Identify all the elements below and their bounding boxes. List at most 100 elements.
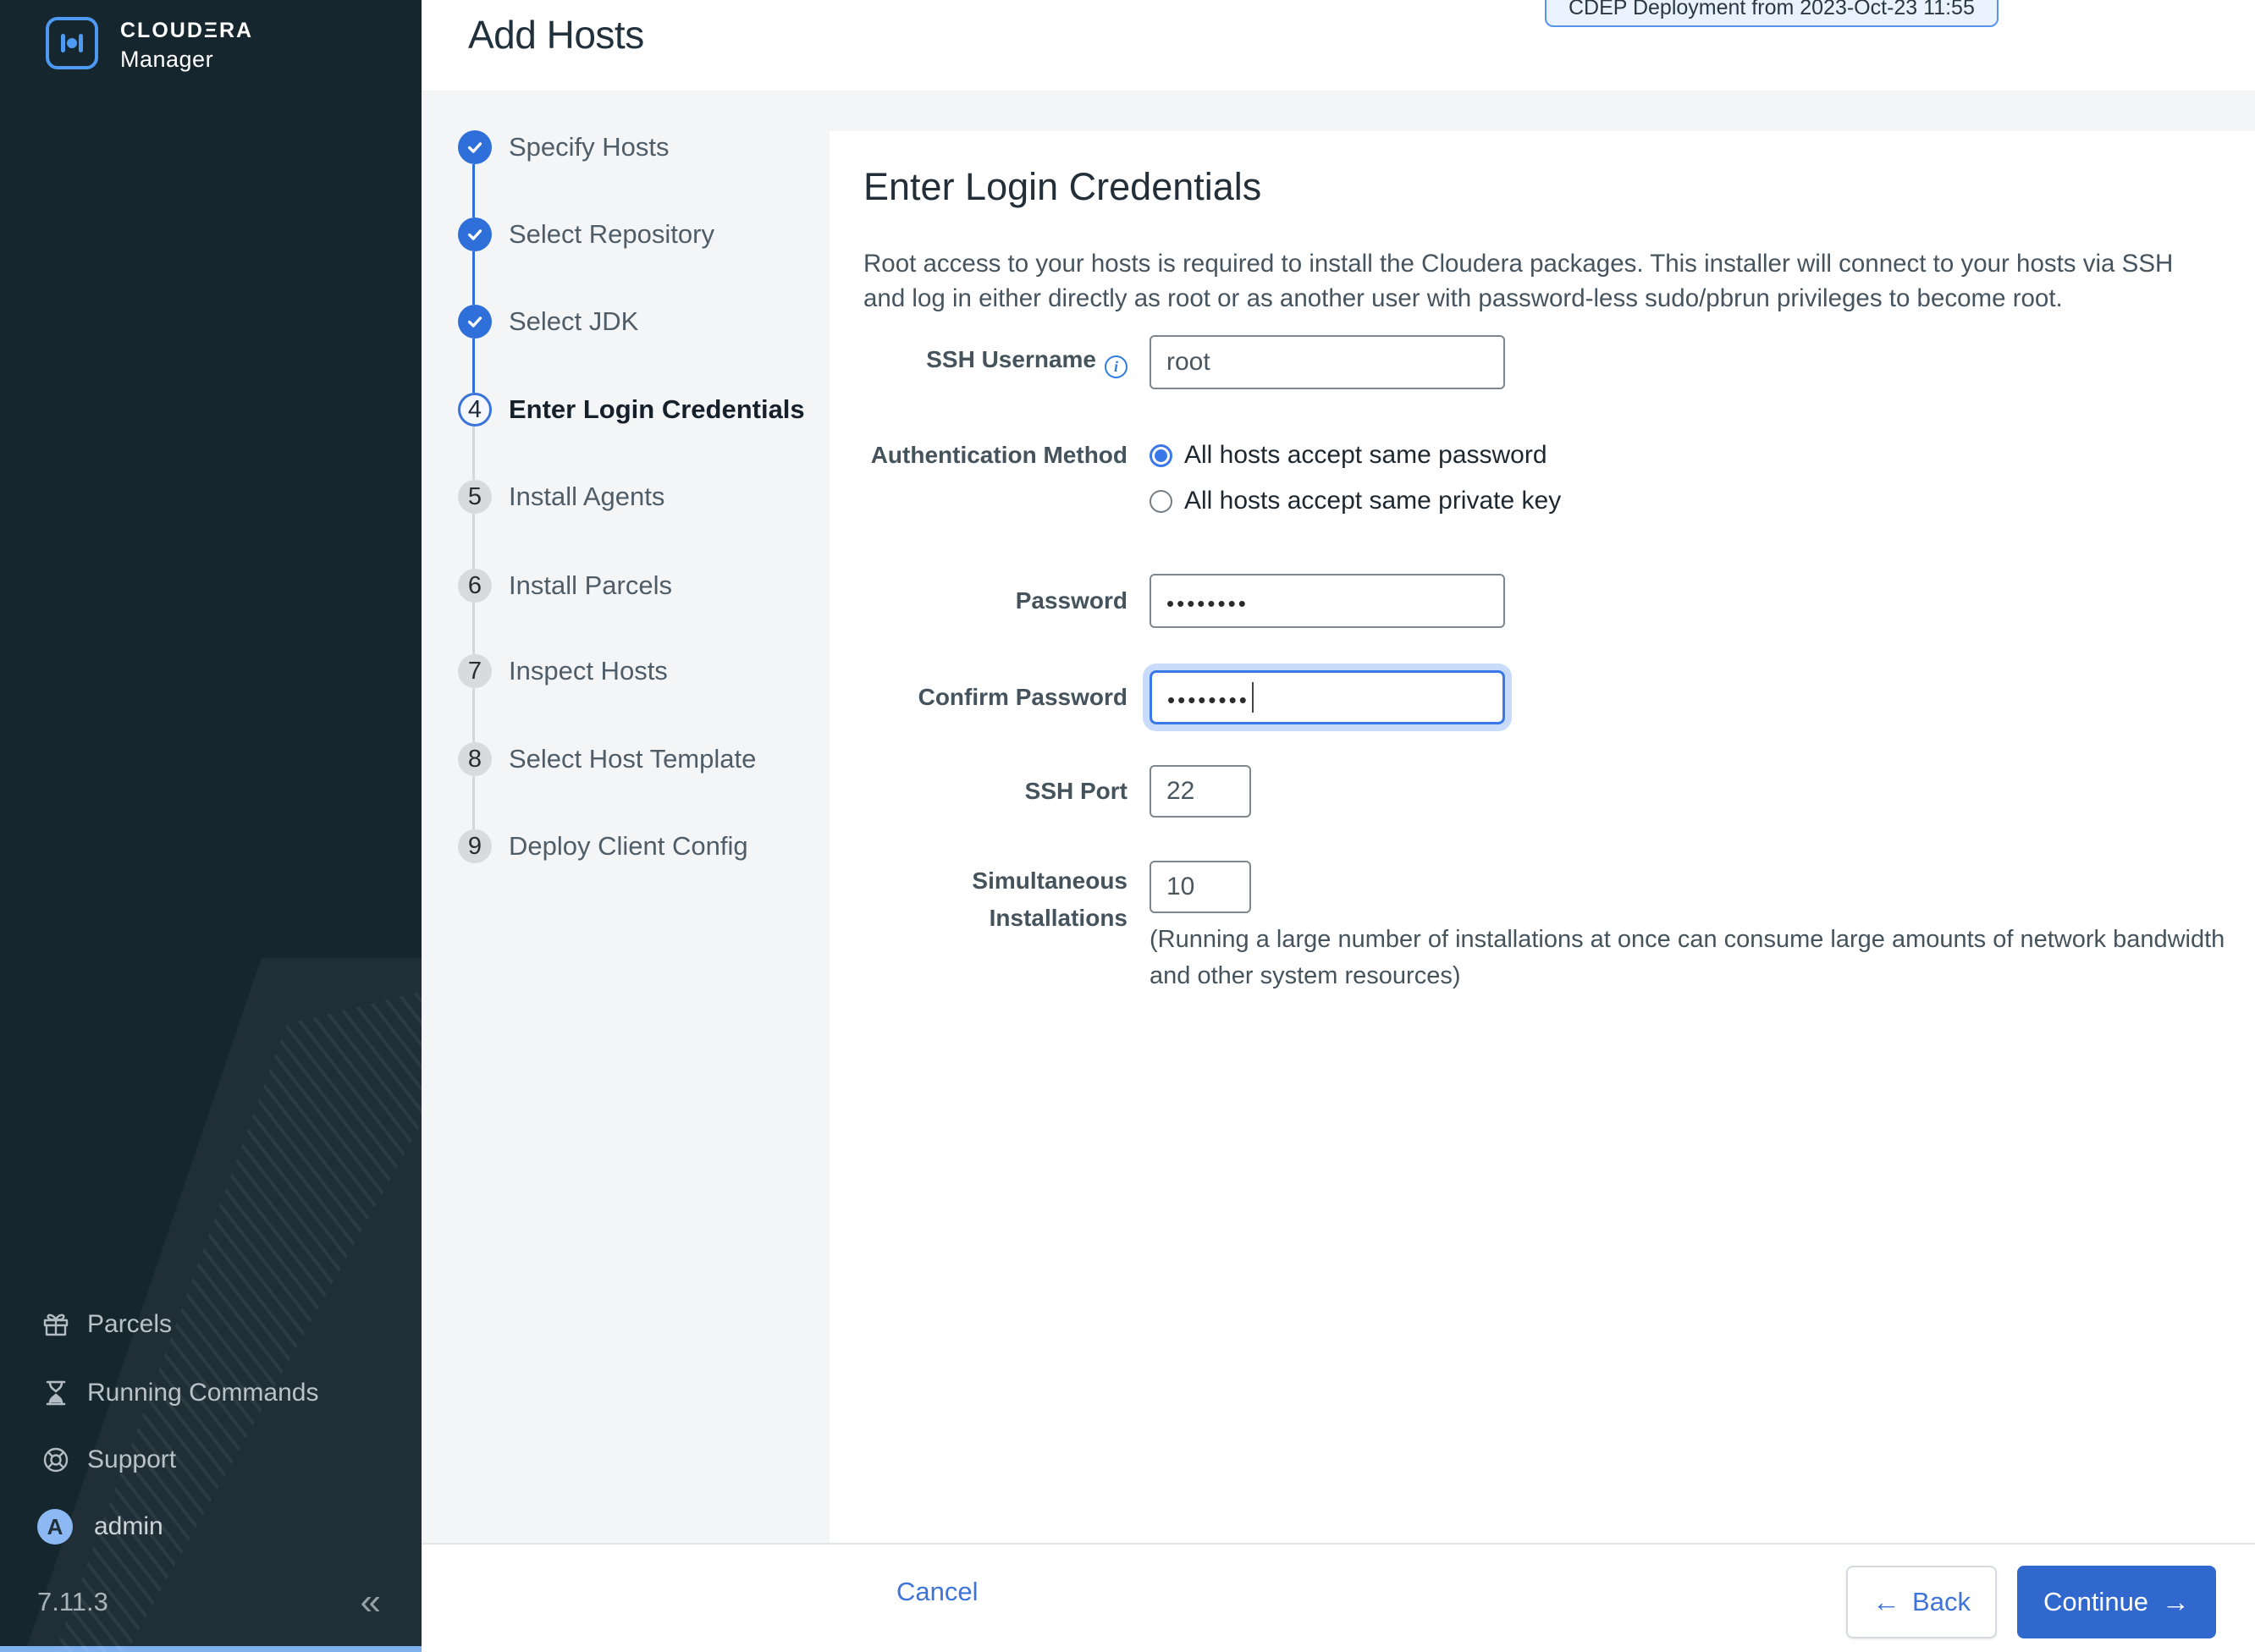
step-label: Enter Login Credentials	[509, 394, 805, 424]
step-label: Install Parcels	[509, 570, 672, 600]
brand[interactable]: CLOUDΞRA Manager	[0, 0, 422, 102]
step-connector	[472, 339, 475, 393]
step-label: Select Repository	[509, 219, 714, 249]
ssh-username-label: SSH Username	[863, 346, 1128, 378]
step-connector	[472, 514, 475, 569]
simultaneous-installations-input[interactable]	[1150, 861, 1251, 913]
radio-unselected-icon[interactable]	[1150, 489, 1172, 513]
step-connector	[472, 251, 475, 305]
step-label: Install Agents	[509, 482, 665, 511]
sidebar-item-parcels[interactable]: Parcels	[0, 1297, 422, 1352]
radio-selected-icon[interactable]	[1150, 443, 1172, 467]
sidebar-footer: 7.11.3 «	[0, 1581, 422, 1623]
gift-icon	[41, 1310, 70, 1339]
step-label: Specify Hosts	[509, 132, 670, 162]
step-number: 5	[458, 480, 492, 514]
back-button-label: Back	[1912, 1587, 1971, 1616]
step-number: 6	[458, 569, 492, 603]
wizard-step-select-host-template: 8 Select Host Template	[422, 742, 756, 776]
step-label: Inspect Hosts	[509, 656, 668, 686]
wizard-step-deploy-client-config: 9 Deploy Client Config	[422, 829, 748, 863]
auth-method-label: Authentication Method	[870, 442, 1128, 468]
sidebar-item-label: Support	[87, 1446, 177, 1473]
confirm-password-label: Confirm Password	[918, 684, 1128, 710]
wizard-step-install-parcels: 6 Install Parcels	[422, 569, 672, 603]
password-row: Password ••••••••	[863, 574, 1505, 628]
password-control: ••••••••	[1150, 574, 1505, 628]
add-hosts-wizard-page: CLOUDΞRA Manager Parcels Running Command…	[0, 0, 2255, 1652]
sidebar-bottom-accent	[0, 1646, 422, 1652]
wizard-footer: Cancel ← Back Continue →	[422, 1543, 2255, 1652]
ssh-username-control	[1150, 335, 1505, 389]
check-icon	[458, 130, 492, 164]
collapse-sidebar-icon[interactable]: «	[361, 1583, 381, 1621]
simultaneous-installations-row: Simultaneous Installations (Running a la…	[863, 861, 2233, 994]
ssh-port-control	[1150, 765, 1251, 818]
step-number: 8	[458, 742, 492, 776]
step-connector	[472, 427, 475, 480]
wizard-step-inspect-hosts: 7 Inspect Hosts	[422, 654, 668, 688]
brand-product: Manager	[120, 47, 214, 72]
simultaneous-installations-note: (Running a large number of installations…	[1150, 926, 2225, 989]
left-arrow-icon: ←	[1872, 1586, 1901, 1617]
wizard-step-specify-hosts: Specify Hosts	[422, 130, 670, 164]
step-number: 9	[458, 829, 492, 863]
ssh-port-row: SSH Port	[863, 765, 1251, 818]
sidebar-item-running-commands[interactable]: Running Commands	[0, 1366, 422, 1420]
ssh-username-input[interactable]	[1150, 335, 1505, 389]
page-title: Add Hosts	[468, 13, 644, 57]
confirm-password-input[interactable]: ••••••••	[1150, 670, 1505, 724]
radio-same-password[interactable]: All hosts accept same password	[1150, 440, 1561, 471]
radio-label: All hosts accept same password	[1184, 441, 1547, 469]
cancel-link[interactable]: Cancel	[896, 1577, 979, 1607]
sidebar-item-label: Parcels	[87, 1310, 173, 1338]
step-label: Select Host Template	[509, 744, 757, 774]
sidebar: CLOUDΞRA Manager Parcels Running Command…	[0, 0, 422, 1652]
main-panel: Enter Login Credentials Root access to y…	[830, 131, 2255, 1543]
ssh-username-row: SSH Username	[863, 335, 1505, 389]
check-icon	[458, 218, 492, 251]
password-label: Password	[1015, 587, 1128, 614]
wizard-step-enter-login-credentials: 4 Enter Login Credentials	[422, 393, 805, 427]
simultaneous-installations-control: (Running a large number of installations…	[1150, 861, 2233, 994]
step-label: Deploy Client Config	[509, 831, 748, 861]
back-button[interactable]: ← Back	[1846, 1566, 1997, 1638]
check-icon	[458, 305, 492, 339]
simultaneous-installations-label: Simultaneous Installations	[972, 867, 1128, 931]
radio-label: All hosts accept same private key	[1184, 487, 1562, 515]
masked-password: ••••••••	[1166, 591, 1249, 616]
password-input[interactable]: ••••••••	[1150, 574, 1505, 628]
info-icon[interactable]	[1105, 355, 1128, 378]
text-cursor	[1251, 682, 1254, 713]
auth-method-row: Authentication Method All hosts accept s…	[863, 440, 1562, 516]
radio-same-private-key[interactable]: All hosts accept same private key	[1150, 486, 1561, 516]
version-label: 7.11.3	[37, 1587, 108, 1616]
header: Add Hosts CDEP Deployment from 2023-Oct-…	[422, 0, 2255, 91]
wizard-step-select-jdk: Select JDK	[422, 305, 638, 339]
step-connector	[472, 776, 475, 829]
ssh-port-label: SSH Port	[1024, 778, 1128, 804]
masked-password: ••••••••	[1167, 687, 1249, 713]
right-arrow-icon: →	[2162, 1586, 2191, 1617]
auth-method-options: All hosts accept same password All hosts…	[1150, 440, 1561, 516]
sidebar-item-support[interactable]: Support	[0, 1433, 422, 1487]
continue-button-label: Continue	[2043, 1587, 2149, 1616]
wizard-step-select-repository: Select Repository	[422, 218, 714, 251]
sidebar-item-label: admin	[94, 1512, 163, 1540]
sidebar-item-admin[interactable]: A admin	[0, 1500, 422, 1554]
cloudera-logo-icon	[46, 17, 98, 69]
content-area: Specify Hosts Select Repository Select J…	[422, 91, 2255, 1543]
step-connector	[472, 688, 475, 742]
hourglass-icon	[41, 1379, 70, 1407]
avatar: A	[37, 1509, 73, 1545]
step-connector	[472, 603, 475, 654]
ssh-port-input[interactable]	[1150, 765, 1251, 818]
step-number: 7	[458, 654, 492, 688]
confirm-password-row: Confirm Password ••••••••	[863, 670, 1505, 724]
life-ring-icon	[41, 1446, 70, 1474]
confirm-password-control: ••••••••	[1150, 670, 1505, 724]
brand-text: CLOUDΞRA Manager	[120, 19, 253, 73]
continue-button[interactable]: Continue →	[2017, 1566, 2216, 1638]
sidebar-item-label: Running Commands	[87, 1379, 319, 1407]
brand-name: CLOUDΞRA	[120, 19, 254, 42]
